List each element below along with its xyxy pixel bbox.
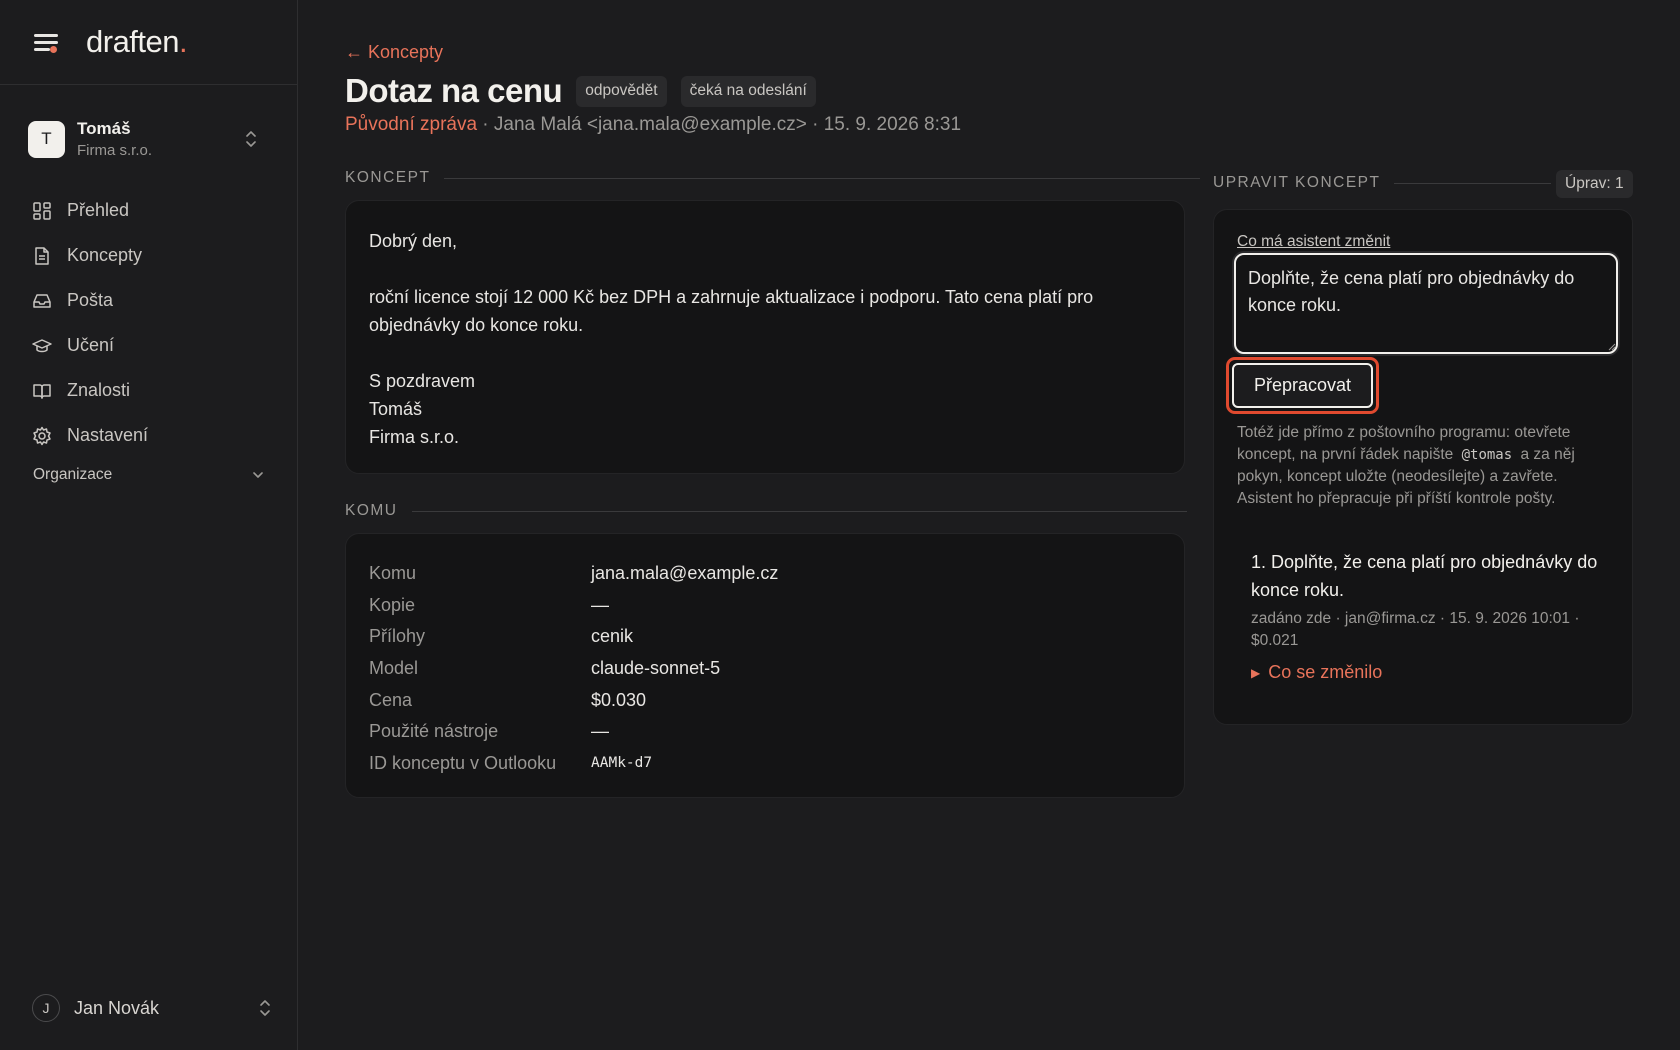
message-meta: Původní zpráva · Jana Malá <jana.mala@ex… [345,114,961,136]
draft-body-line: roční licence stojí 12 000 Kč bez DPH a … [369,287,1094,307]
user-menu[interactable]: J Jan Novák [32,994,272,1022]
detail-key: Cena [369,689,413,710]
status-badge: čeká na odeslání [680,75,816,107]
brand-logo[interactable]: draften. [86,24,188,60]
section-title: KOMU [345,502,398,519]
detail-row-attachments: Přílohy cenik [369,621,1161,653]
section-title: KONCEPT [345,169,431,186]
menu-icon[interactable] [32,29,62,55]
original-message-link[interactable]: Původní zpráva [345,114,477,135]
resize-grip-icon[interactable] [1608,343,1616,351]
recipient-section-header: KOMU [345,502,1187,520]
detail-row-outlook-id: ID konceptu v Outlooku AAMk-d7 [369,748,1161,780]
chevron-down-icon [253,472,263,478]
section-title: UPRAVIT KONCEPT [1213,174,1381,191]
user-name: Jan Novák [74,997,160,1018]
detail-key: Použité nástroje [369,721,499,742]
detail-row-to: Komu jana.mala@example.cz [369,558,1161,590]
account-name: Tomáš [77,119,131,138]
nav-item-znalosti[interactable]: Znalosti [32,368,272,413]
detail-row-tools: Použité nástroje — [369,716,1161,748]
detail-value: — [591,721,609,742]
document-icon [35,246,49,265]
nav-label: Koncepty [67,245,143,265]
detail-key: Přílohy [369,626,426,647]
gear-icon [33,426,51,445]
dashboard-icon [33,201,51,220]
detail-row-model: Model claude-sonnet-5 [369,653,1161,685]
sender-and-date: · Jana Malá <jana.mala@example.cz> · 15.… [477,114,962,135]
divider [411,510,1187,512]
back-to-drafts-link[interactable]: ← Koncepty [345,42,443,63]
nav-label: Pošta [67,290,114,310]
detail-row-cost: Cena $0.030 [369,684,1161,716]
instruction-label: Co má asistent změnit [1237,233,1391,250]
draft-body-card: Dobrý den, roční licence stojí 12 000 Kč… [345,200,1185,474]
detail-row-cc: Kopie — [369,590,1161,622]
draft-greeting: Dobrý den, [369,231,458,251]
rework-button-highlight: Přepracovat [1226,357,1379,414]
main-nav: Přehled Koncepty Pošta Učení Znalosti Na… [32,188,272,458]
nav-label: Nastavení [67,425,149,445]
history-instruction: 1. Doplňte, že cena platí pro objednávky… [1251,552,1598,600]
account-switcher[interactable]: T Tomáš Firma s.r.o. [28,118,270,160]
nav-label: Přehled [67,200,130,220]
graduation-cap-icon [32,338,52,352]
draft-signature-name: Tomáš [369,399,423,419]
what-changed-toggle[interactable]: ▶ Co se změnilo [1251,662,1611,683]
type-badge: odpovědět [576,75,667,107]
edit-draft-card: Co má asistent změnit Doplňte, že cena p… [1213,209,1633,725]
user-avatar: J [32,994,60,1022]
account-org: Firma s.r.o. [77,142,153,159]
draft-details-card: Komu jana.mala@example.cz Kopie — Příloh… [345,533,1185,798]
brand-bar: draften. [0,0,297,85]
organization-section-toggle[interactable]: Organizace [33,466,265,484]
detail-value: claude-sonnet-5 [591,658,721,679]
disclosure-triangle-icon: ▶ [1251,665,1261,680]
draft-closing: S pozdravem [369,371,476,391]
detail-key: Kopie [369,594,416,615]
draft-body-line: objednávky do konce roku. [369,315,584,335]
sidebar: draften. T Tomáš Firma s.r.o. Přehled Ko… [0,0,298,1050]
detail-key: ID konceptu v Outlooku [369,752,557,773]
organization-label: Organizace [33,466,113,483]
instruction-textarea[interactable]: Doplňte, že cena platí pro objednávky do… [1234,253,1618,354]
detail-value: cenik [591,626,634,647]
inbox-icon [33,293,51,308]
nav-item-uceni[interactable]: Učení [32,323,272,368]
chevron-updown-icon [260,1000,270,1016]
nav-item-koncepty[interactable]: Koncepty [32,233,272,278]
detail-value: jana.mala@example.cz [591,563,779,584]
help-text: Totéž jde přímo z poštovního programu: o… [1237,424,1575,507]
book-icon [33,383,51,399]
nav-label: Znalosti [67,380,131,400]
nav-item-posta[interactable]: Pošta [32,278,272,323]
edit-history-item: 1. Doplňte, že cena platí pro objednávky… [1251,548,1611,683]
detail-value: — [591,594,609,615]
rework-button[interactable]: Přepracovat [1232,363,1373,408]
nav-label: Učení [67,335,115,355]
edit-section-header: UPRAVIT KONCEPT [1213,174,1552,192]
detail-value: AAMk-d7 [591,755,653,772]
draft-signature-org: Firma s.r.o. [369,427,460,447]
chevron-updown-icon [246,131,256,147]
history-meta: zadáno zde · jan@firma.cz · 15. 9. 2026 … [1251,610,1580,649]
detail-value: $0.030 [591,689,647,710]
nav-item-prehled[interactable]: Přehled [32,188,272,233]
detail-key: Model [369,658,419,679]
detail-key: Komu [369,563,417,584]
nav-item-nastaveni[interactable]: Nastavení [32,413,272,458]
toggle-label: Co se změnilo [1268,662,1383,682]
divider [444,177,1201,179]
edit-count-badge: Úprav: 1 [1556,170,1633,198]
title-row: Dotaz na cenu odpovědět čeká na odeslání [345,72,816,110]
mention-code: @tomas [1461,447,1513,463]
account-avatar: T [28,120,65,158]
page-title: Dotaz na cenu [345,72,563,109]
draft-section-header: KONCEPT [345,169,1201,187]
divider [1394,182,1552,184]
